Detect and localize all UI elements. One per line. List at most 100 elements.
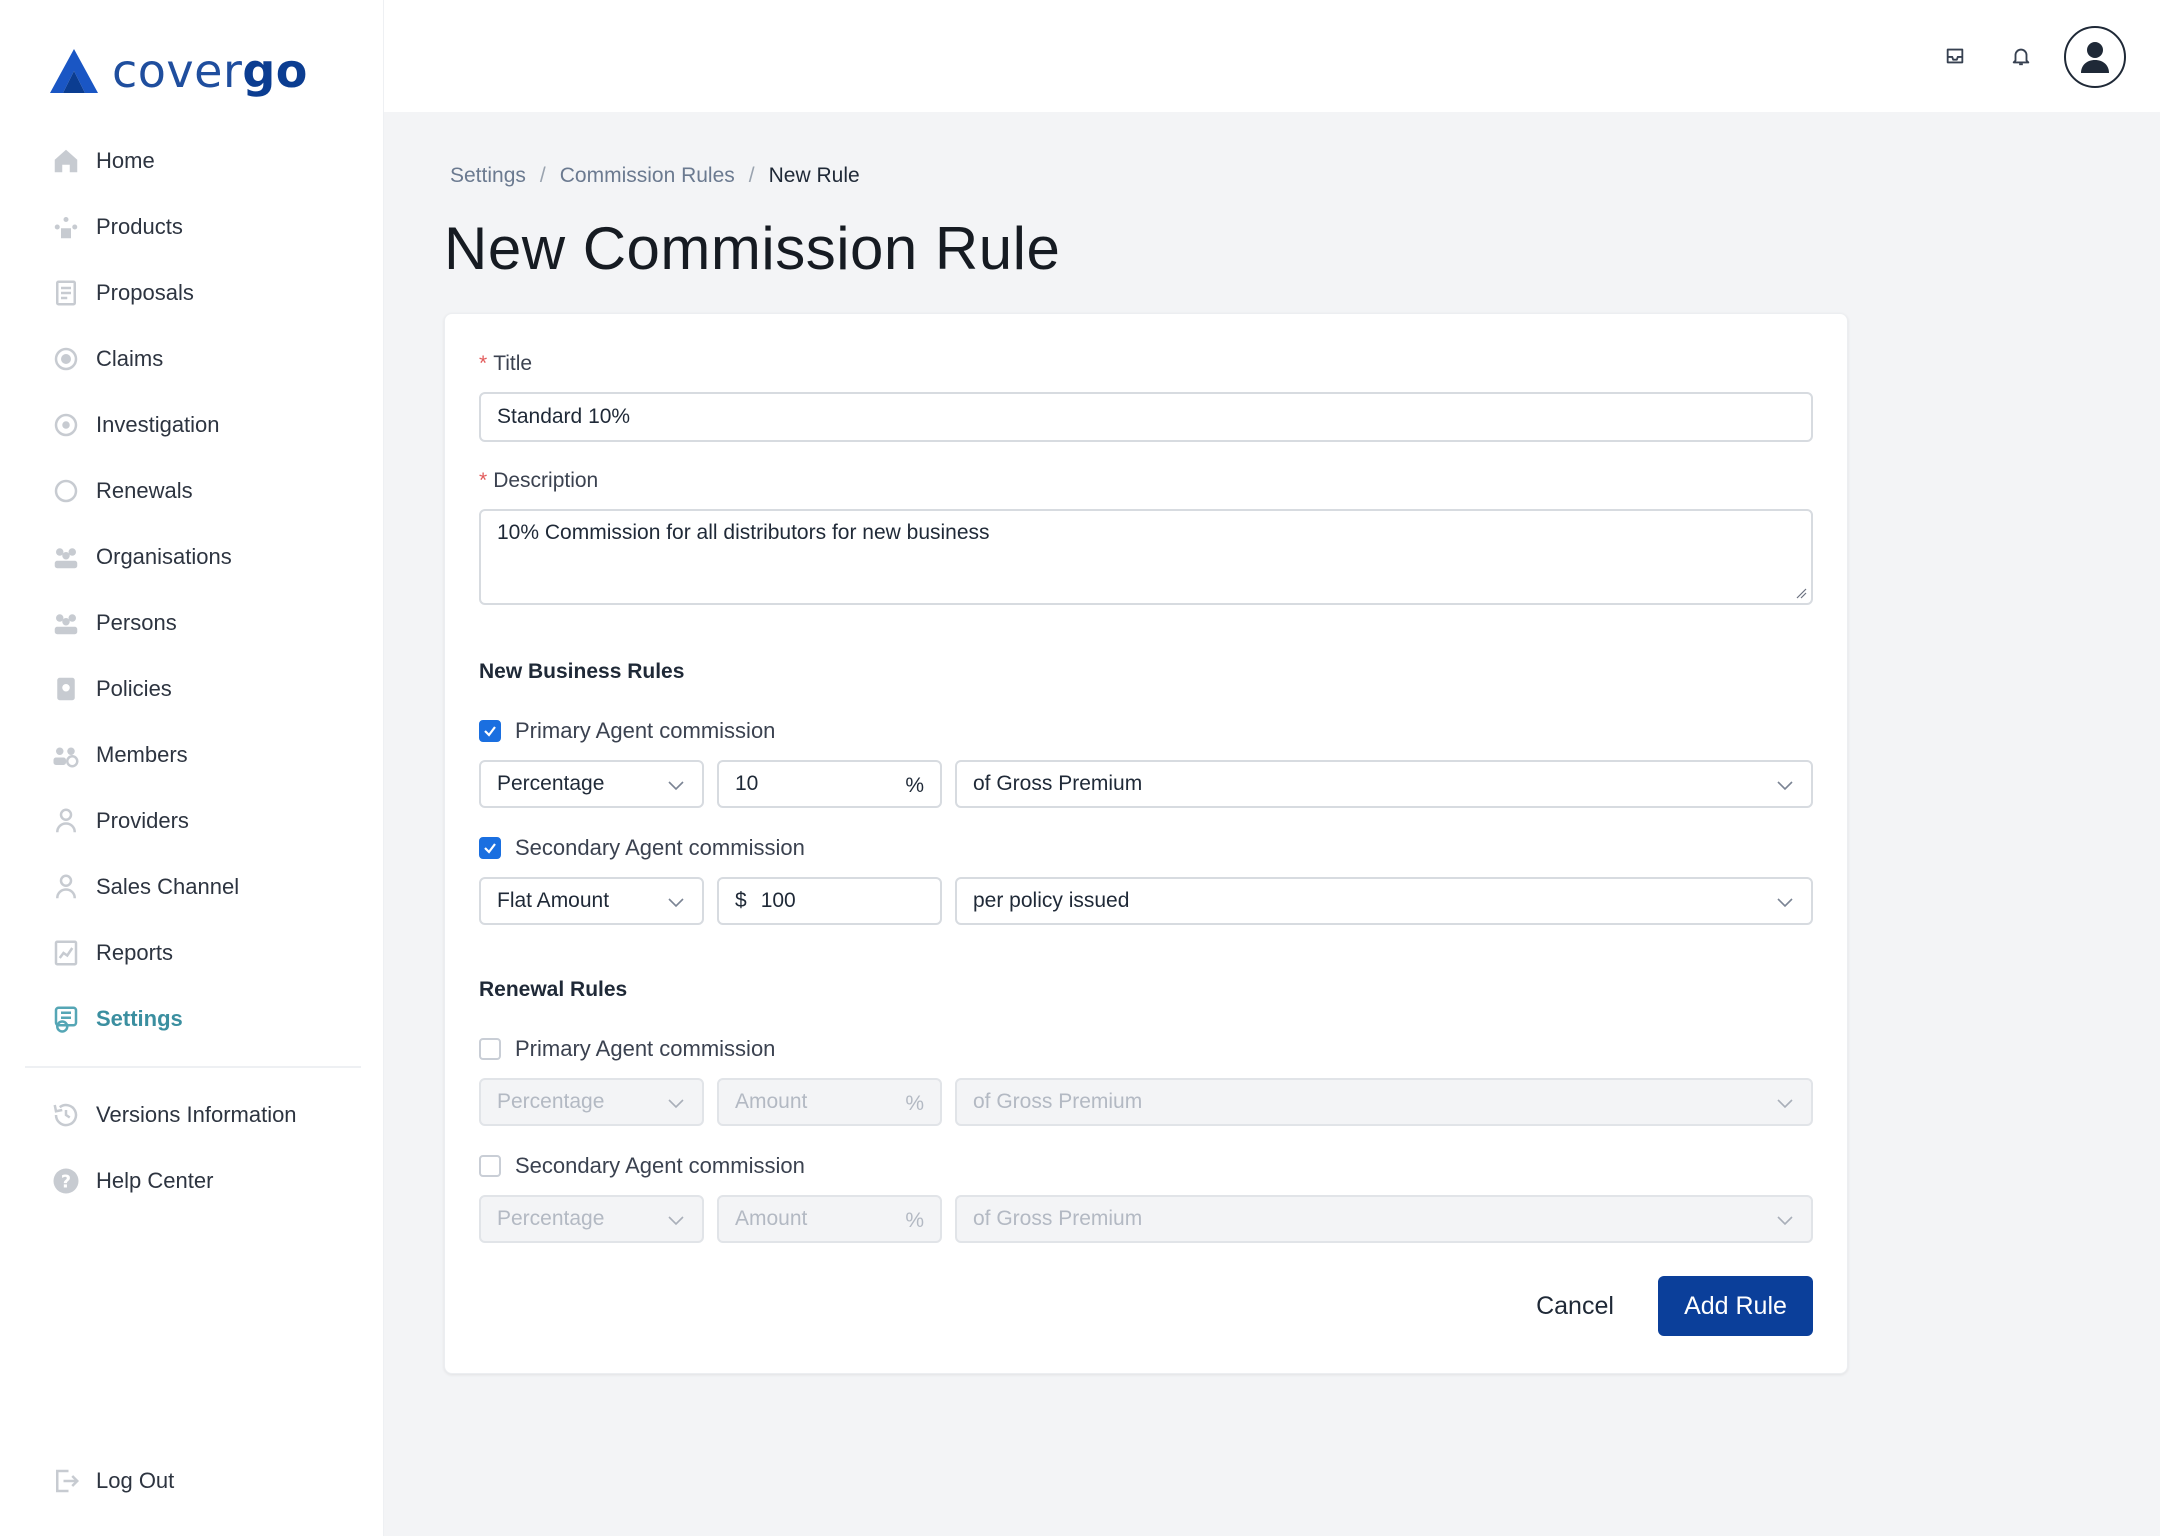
title-label: * Title [479, 352, 533, 375]
top-bar [384, 0, 2160, 112]
renewal-secondary-label: Secondary Agent commission [515, 1153, 805, 1178]
description-textarea[interactable]: 10% Commission for all distributors for … [479, 509, 1813, 605]
sidebar-item-label: Sales Channel [96, 874, 240, 899]
sidebar-divider [25, 1066, 361, 1068]
renewal-primary-amount-input[interactable]: Amount % [717, 1078, 942, 1126]
sidebar-item-help-center[interactable]: ? Help Center [0, 1148, 384, 1214]
required-marker: * [479, 469, 488, 492]
nb-secondary-amount-input[interactable]: $ 100 [717, 877, 942, 925]
sidebar: covergo Home Products Proposals Claims I… [0, 0, 384, 1536]
sidebar-item-members[interactable]: Members [0, 722, 384, 788]
sidebar-item-label: Home [96, 148, 155, 173]
sidebar-item-providers[interactable]: Providers [0, 788, 384, 854]
sidebar-item-label: Reports [96, 940, 174, 965]
sidebar-item-claims[interactable]: Claims [0, 326, 384, 392]
nb-secondary-basis-select[interactable]: per policy issued [955, 877, 1813, 925]
sidebar-item-home[interactable]: Home [0, 128, 384, 194]
sidebar-item-persons[interactable]: Persons [0, 590, 384, 656]
renewal-primary-checkbox-row[interactable]: Primary Agent commission [479, 1036, 775, 1062]
sidebar-item-renewals[interactable]: Renewals [0, 458, 384, 524]
bell-icon[interactable] [2005, 40, 2037, 72]
renewal-secondary-checkbox[interactable] [479, 1155, 501, 1177]
breadcrumb-settings[interactable]: Settings [450, 164, 526, 188]
user-avatar-icon[interactable] [2064, 26, 2126, 88]
logout-label: Log Out [96, 1468, 175, 1493]
renewal-secondary-type-select[interactable]: Percentage [479, 1195, 704, 1243]
covergo-logo[interactable]: covergo [48, 44, 308, 98]
renewal-rules-heading: Renewal Rules [479, 978, 628, 1001]
renewal-primary-basis-select[interactable]: of Gross Premium [955, 1078, 1813, 1126]
nb-secondary-checkbox-row[interactable]: Secondary Agent commission [479, 835, 805, 861]
page-title: New Commission Rule [444, 215, 1061, 282]
resize-grip-icon[interactable] [1795, 587, 1807, 599]
sidebar-item-settings[interactable]: Settings [0, 986, 384, 1052]
sidebar-item-reports[interactable]: Reports [0, 920, 384, 986]
cancel-button[interactable]: Cancel [1505, 1276, 1645, 1336]
percent-suffix: % [905, 1092, 924, 1115]
breadcrumb-separator: / [748, 164, 755, 187]
chevron-down-icon [1777, 1216, 1793, 1226]
inbox-icon[interactable] [1939, 40, 1971, 72]
renewal-secondary-basis-select[interactable]: of Gross Premium [955, 1195, 1813, 1243]
sidebar-item-investigation[interactable]: Investigation [0, 392, 384, 458]
sidebar-logout: Log Out [0, 1448, 384, 1514]
new-business-rules-heading: New Business Rules [479, 660, 685, 683]
sidebar-item-versions-information[interactable]: Versions Information [0, 1082, 384, 1148]
claims-icon [50, 343, 82, 375]
sidebar-item-label: Claims [96, 346, 164, 371]
chevron-down-icon [1777, 1099, 1793, 1109]
members-icon [50, 739, 82, 771]
sidebar-item-organisations[interactable]: Organisations [0, 524, 384, 590]
nb-primary-checkbox[interactable] [479, 720, 501, 742]
nb-primary-type-select[interactable]: Percentage [479, 760, 704, 808]
sidebar-item-label: Investigation [96, 412, 220, 437]
chevron-down-icon [668, 1099, 684, 1109]
nb-primary-label: Primary Agent commission [515, 718, 776, 743]
sidebar-item-policies[interactable]: Policies [0, 656, 384, 722]
nb-secondary-type-select[interactable]: Flat Amount [479, 877, 704, 925]
nb-primary-basis-select[interactable]: of Gross Premium [955, 760, 1813, 808]
renewals-icon [50, 475, 82, 507]
breadcrumb-commission-rules[interactable]: Commission Rules [560, 164, 735, 188]
renewal-primary-checkbox[interactable] [479, 1038, 501, 1060]
percent-suffix: % [905, 774, 924, 797]
sidebar-item-sales-channel[interactable]: Sales Channel [0, 854, 384, 920]
sidebar-item-label: Help Center [96, 1168, 214, 1193]
commission-rule-form: * Title Standard 10% * Description 10% Com… [444, 313, 1848, 1374]
chevron-down-icon [668, 1216, 684, 1226]
sidebar-item-label: Persons [96, 610, 177, 635]
sidebar-item-products[interactable]: Products [0, 194, 384, 260]
svg-text:?: ? [61, 1172, 71, 1192]
sidebar-item-proposals[interactable]: Proposals [0, 260, 384, 326]
add-rule-button[interactable]: Add Rule [1658, 1276, 1813, 1336]
proposals-icon [50, 277, 82, 309]
renewal-primary-type-select[interactable]: Percentage [479, 1078, 704, 1126]
sales-channel-icon [50, 871, 82, 903]
logo-text: covergo [112, 44, 308, 98]
sidebar-item-label: Policies [96, 676, 172, 701]
chevron-down-icon [668, 898, 684, 908]
nb-secondary-checkbox[interactable] [479, 837, 501, 859]
sidebar-item-label: Products [96, 214, 183, 239]
renewal-secondary-amount-input[interactable]: Amount % [717, 1195, 942, 1243]
breadcrumb-current: New Rule [768, 164, 860, 187]
renewal-primary-label: Primary Agent commission [515, 1036, 776, 1061]
sidebar-item-label: Organisations [96, 544, 232, 569]
policies-icon [50, 673, 82, 705]
history-icon [50, 1099, 82, 1131]
title-input[interactable]: Standard 10% [479, 392, 1813, 442]
sidebar-nav: Home Products Proposals Claims Investiga… [0, 128, 384, 1052]
nb-secondary-label: Secondary Agent commission [515, 835, 805, 860]
logout-button[interactable]: Log Out [0, 1448, 384, 1514]
reports-icon [50, 937, 82, 969]
logo-mark-icon [50, 49, 98, 93]
persons-icon [50, 607, 82, 639]
settings-icon [50, 1003, 82, 1035]
percent-suffix: % [905, 1209, 924, 1232]
nb-primary-amount-input[interactable]: 10 % [717, 760, 942, 808]
help-icon: ? [50, 1165, 82, 1197]
breadcrumb-separator: / [539, 164, 546, 187]
chevron-down-icon [1777, 898, 1793, 908]
nb-primary-checkbox-row[interactable]: Primary Agent commission [479, 718, 775, 744]
renewal-secondary-checkbox-row[interactable]: Secondary Agent commission [479, 1153, 805, 1179]
